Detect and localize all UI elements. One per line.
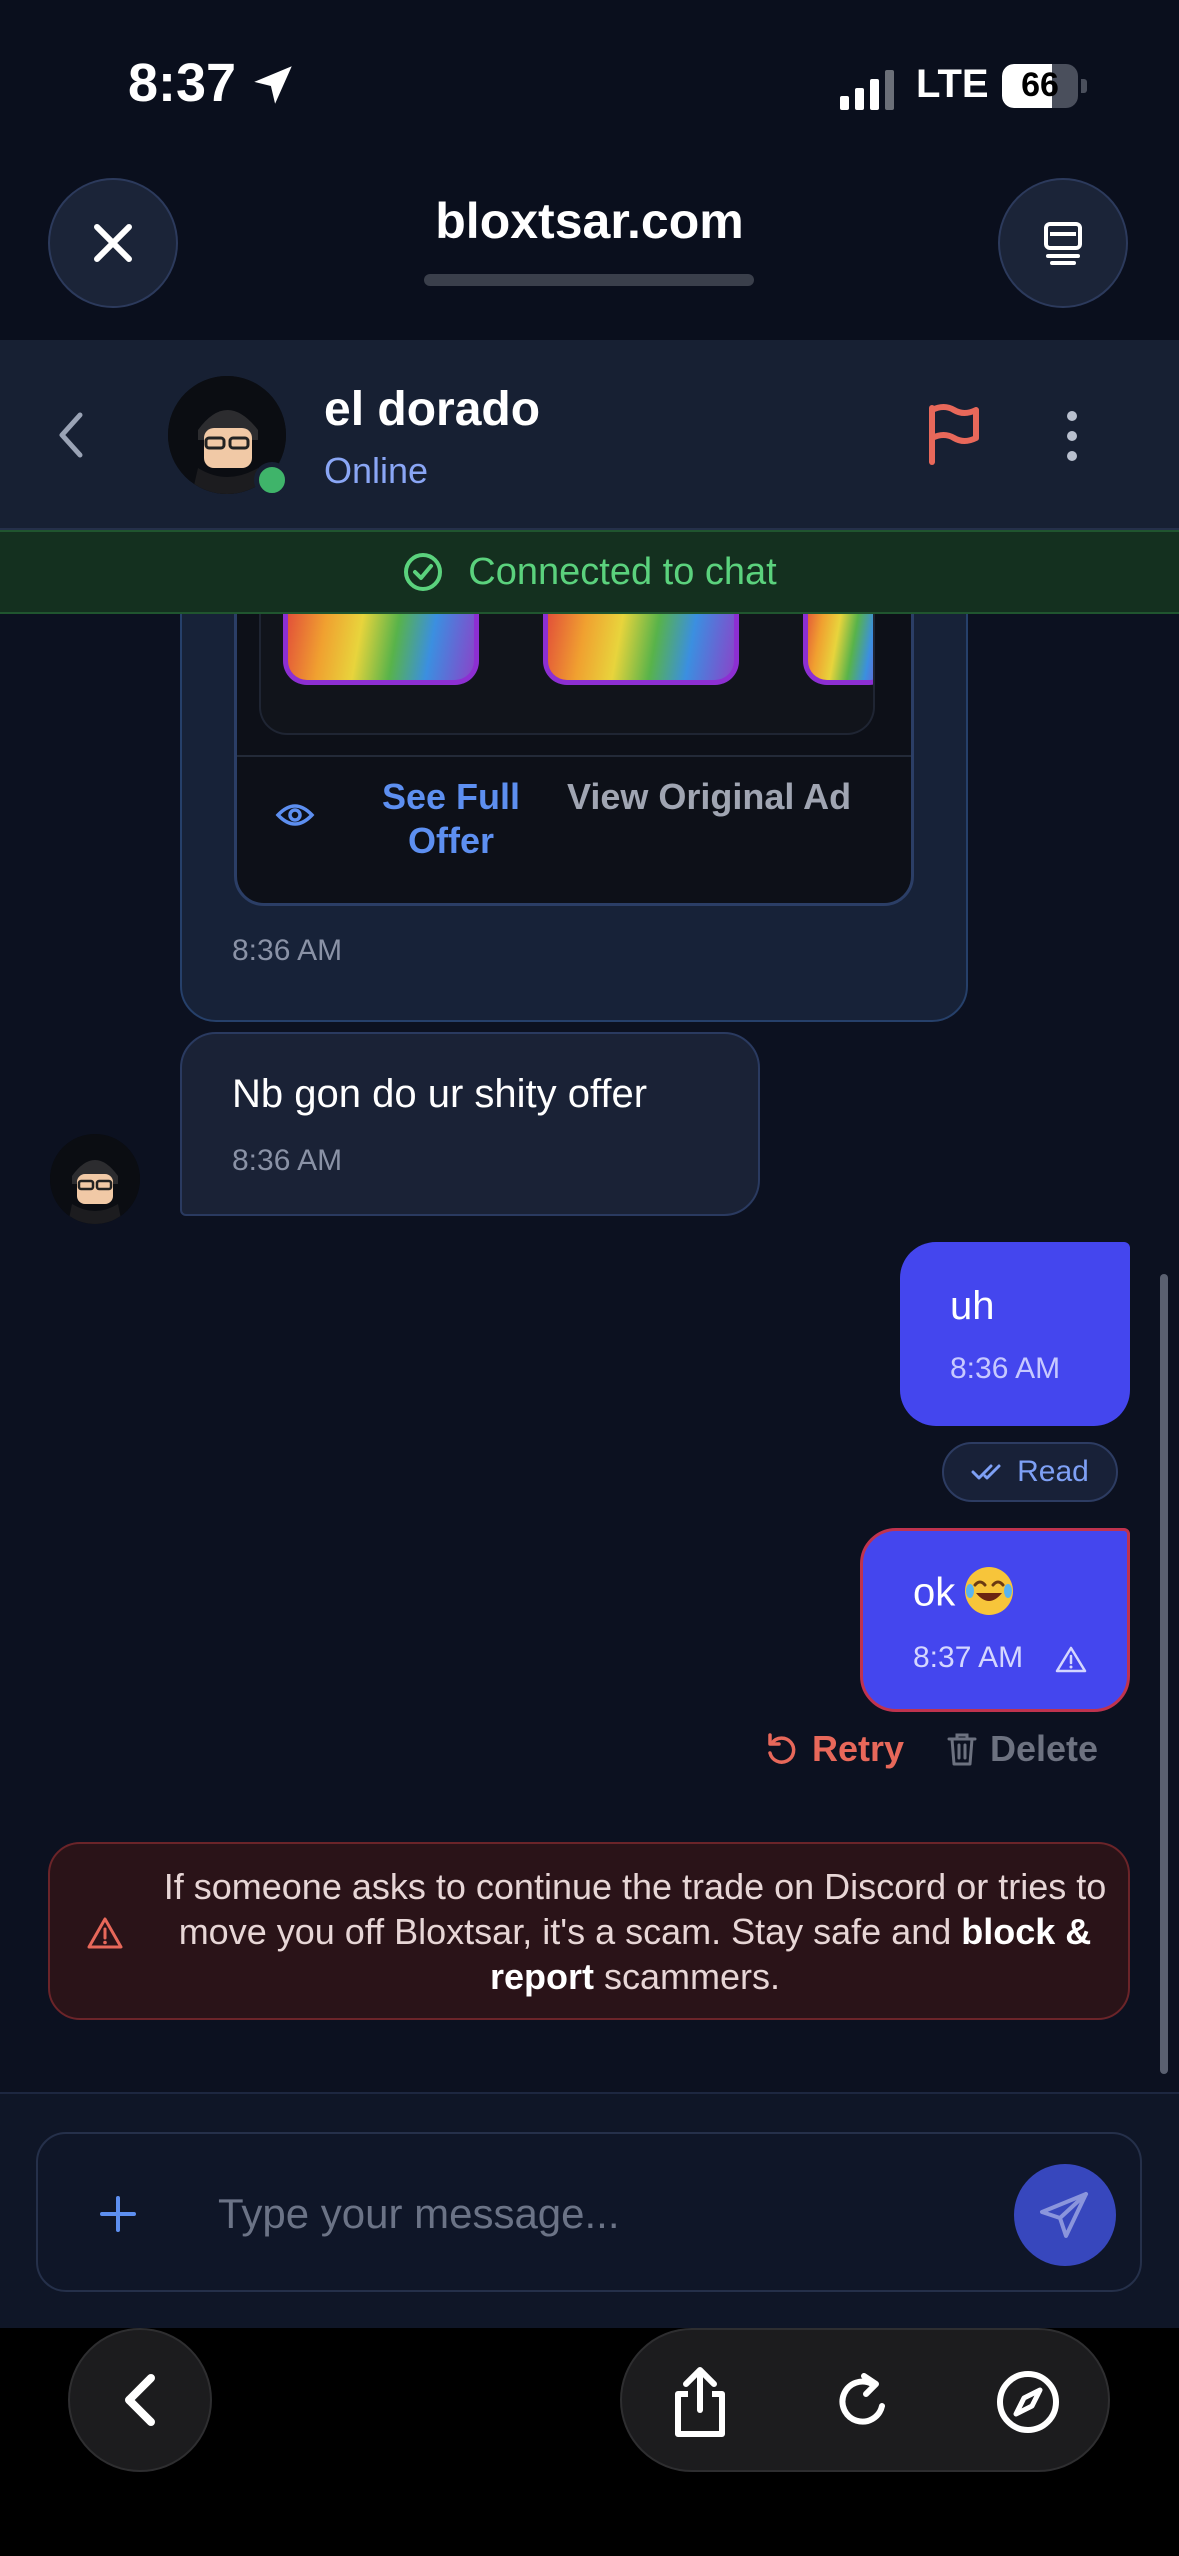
cellular-signal-icon <box>840 70 894 110</box>
tabs-button[interactable] <box>998 178 1128 308</box>
more-options-icon[interactable] <box>1062 406 1082 466</box>
offer-item-thumbnail[interactable] <box>283 614 479 685</box>
laughing-emoji-icon <box>965 1567 1014 1615</box>
divider <box>237 755 911 757</box>
offer-items <box>259 614 875 735</box>
check-circle-icon <box>404 553 443 591</box>
retry-label: Retry <box>812 1728 905 1769</box>
reload-button[interactable] <box>828 2366 900 2438</box>
eye-icon <box>275 804 315 826</box>
compass-button[interactable] <box>992 2366 1064 2438</box>
browser-bar: bloxtsar.com <box>0 170 1179 340</box>
connection-banner: Connected to chat <box>0 530 1179 614</box>
report-flag-icon[interactable] <box>920 400 986 470</box>
contact-avatar[interactable] <box>168 376 290 498</box>
outgoing-message: uh 8:36 AM <box>900 1242 1130 1426</box>
battery-percent: 66 <box>1021 66 1059 104</box>
offer-item-thumbnail[interactable] <box>543 614 739 685</box>
scrollbar[interactable] <box>1160 1274 1168 2074</box>
retry-icon <box>768 1733 796 1764</box>
scam-warning-text: If someone asks to continue the trade on… <box>163 1866 1107 1997</box>
read-receipt: Read <box>942 1442 1118 1502</box>
back-arrow-icon <box>125 2374 155 2426</box>
message-time: 8:37 AM <box>913 1641 1024 1674</box>
status-time: 8:37 <box>128 53 237 113</box>
url-underline <box>424 274 754 286</box>
message-text-wrap: ok <box>913 1567 1015 1621</box>
share-icon <box>675 2367 725 2437</box>
composer-area <box>0 2092 1179 2328</box>
sender-avatar[interactable] <box>50 1134 140 1224</box>
reload-icon <box>839 2373 885 2425</box>
double-check-icon <box>971 1464 1001 1480</box>
delete-label: Delete <box>990 1728 1099 1769</box>
online-indicator <box>254 462 290 498</box>
message-composer <box>36 2132 1142 2292</box>
add-attachment-icon[interactable] <box>94 2190 142 2238</box>
offer-message: See Full Offer View Original Ad 8:36 AM <box>180 614 968 1022</box>
browser-actions-group <box>620 2328 1110 2472</box>
message-time: 8:36 AM <box>232 934 343 967</box>
message-time: 8:36 AM <box>232 1144 343 1177</box>
trash-icon <box>947 1733 977 1766</box>
message-time: 8:36 AM <box>950 1352 1061 1385</box>
scam-warning-banner: If someone asks to continue the trade on… <box>48 1842 1130 2020</box>
chat-messages[interactable]: See Full Offer View Original Ad 8:36 AM … <box>0 614 1179 2092</box>
offer-item-thumbnail[interactable] <box>803 614 873 685</box>
contact-name[interactable]: el dorado <box>324 382 540 437</box>
chat-header: el dorado Online <box>0 340 1179 530</box>
message-input[interactable] <box>218 2174 978 2254</box>
contact-status: Online <box>324 450 429 491</box>
delete-button[interactable]: Delete <box>946 1728 1098 1770</box>
message-text: Nb gon do ur shity offer <box>232 1072 648 1116</box>
offer-card: See Full Offer View Original Ad <box>234 614 914 906</box>
connection-status: Connected to chat <box>468 550 777 593</box>
message-text: ok <box>913 1570 956 1615</box>
status-bar: 8:37 LTE 66 <box>0 0 1179 170</box>
warning-triangle-icon <box>87 1917 123 1949</box>
battery-icon: 66 <box>1002 64 1087 108</box>
incoming-message: Nb gon do ur shity offer 8:36 AM <box>180 1032 760 1216</box>
safari-toolbar <box>0 2328 1179 2556</box>
see-full-offer-link[interactable]: See Full Offer <box>351 775 551 863</box>
retry-button[interactable]: Retry <box>764 1728 904 1770</box>
location-arrow-icon <box>254 66 292 104</box>
tabs-icon <box>1044 222 1082 265</box>
back-chevron-icon[interactable] <box>50 405 90 465</box>
send-icon <box>1040 2192 1088 2238</box>
warning-triangle-icon <box>1055 1646 1087 1673</box>
compass-icon <box>997 2371 1059 2433</box>
send-button[interactable] <box>1014 2164 1116 2266</box>
failed-outgoing-message: ok 8:37 AM <box>860 1528 1130 1712</box>
read-label: Read <box>1017 1455 1089 1488</box>
message-text: uh <box>950 1284 995 1328</box>
network-type: LTE <box>916 62 989 106</box>
browser-back-button[interactable] <box>68 2328 212 2472</box>
view-original-ad-link[interactable]: View Original Ad <box>567 775 867 819</box>
share-button[interactable] <box>664 2366 736 2438</box>
